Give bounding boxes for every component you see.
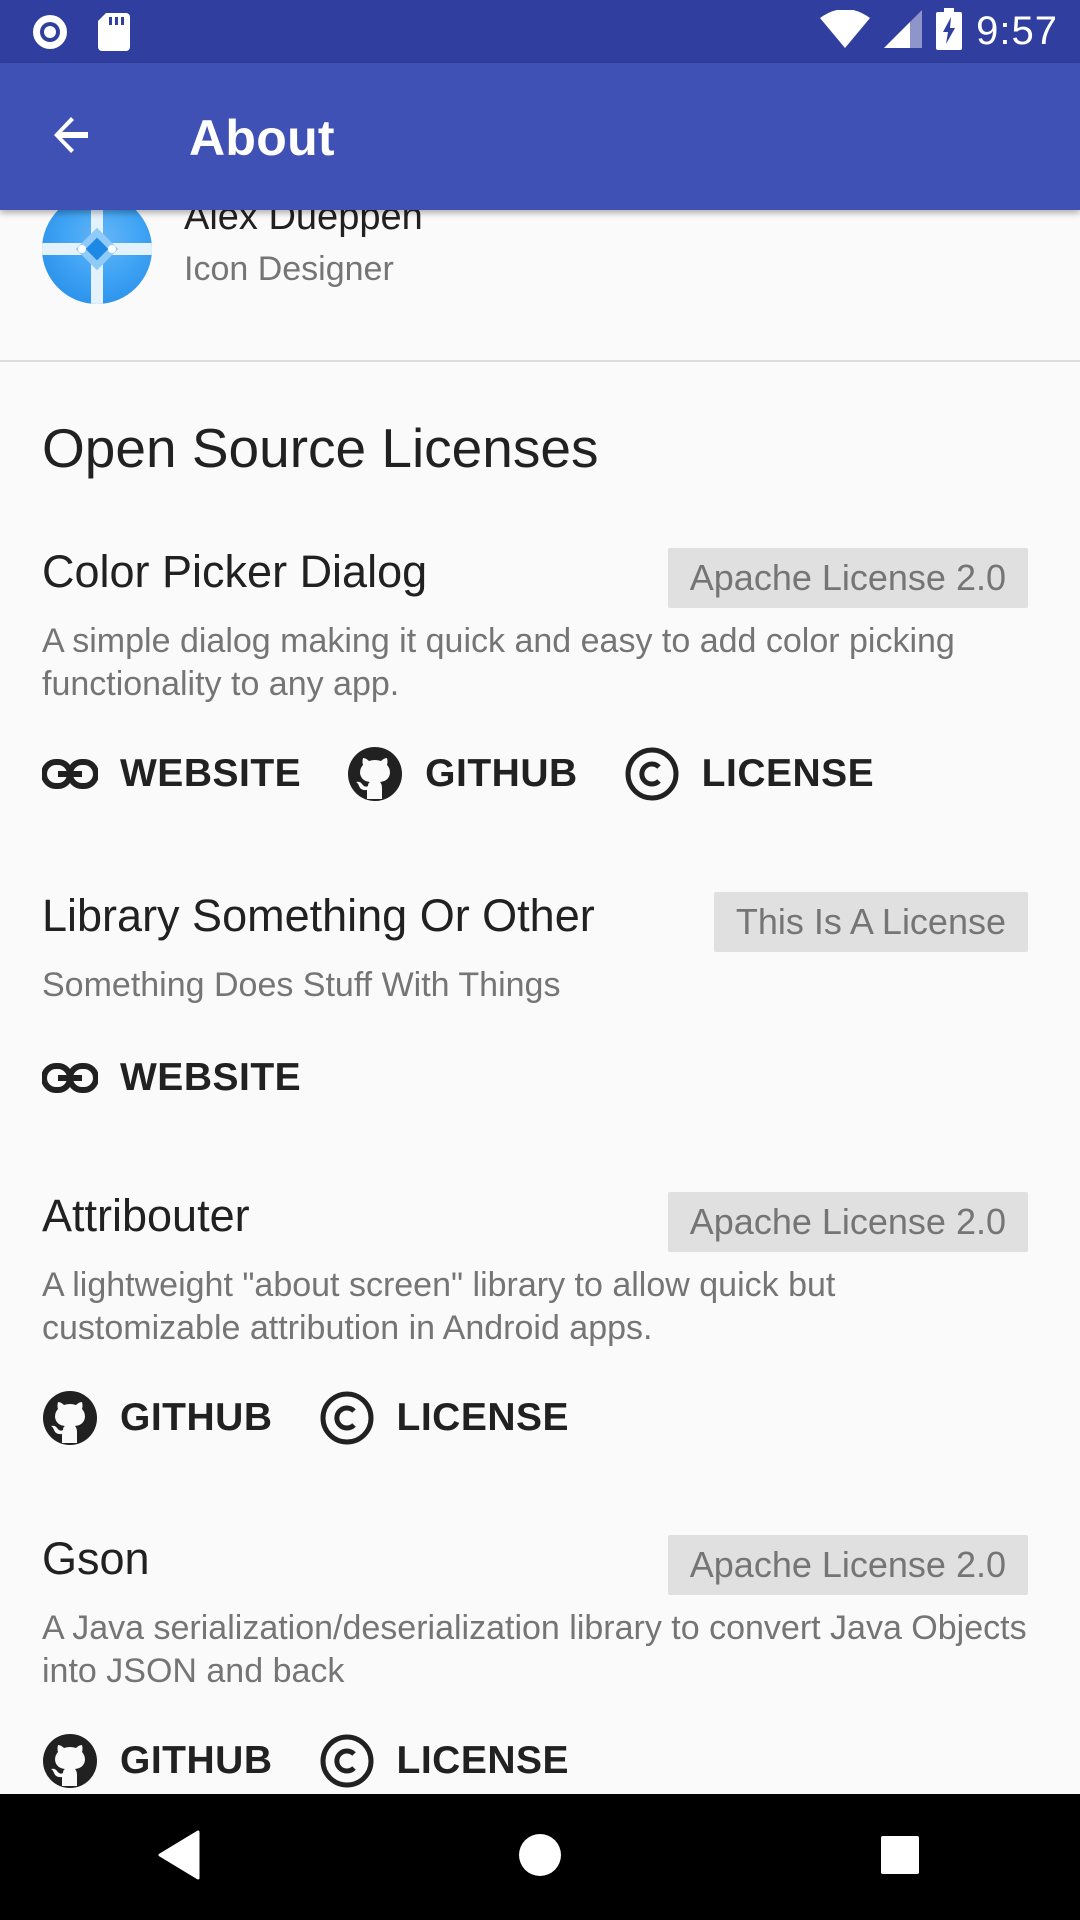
divider <box>0 360 1080 362</box>
status-right-icons: 9:57 <box>820 0 1058 63</box>
library-actions: WEBSITE GITHUB LICENSE <box>42 746 874 802</box>
github-label: GITHUB <box>120 1396 273 1439</box>
github-label: GITHUB <box>120 1739 273 1782</box>
back-button[interactable] <box>30 101 114 173</box>
license-button[interactable]: LICENSE <box>319 1390 570 1446</box>
license-badge: This Is A License <box>713 892 1028 952</box>
nav-home-button[interactable] <box>480 1807 600 1907</box>
page-title: About <box>189 110 335 166</box>
avatar <box>42 210 152 304</box>
link-icon <box>42 1050 98 1106</box>
app-bar: About <box>0 63 1080 210</box>
arrow-back-icon <box>48 111 96 164</box>
license-label: LICENSE <box>701 752 875 795</box>
recents-square-icon <box>880 1835 920 1880</box>
license-label: LICENSE <box>396 1396 570 1439</box>
library-actions: GITHUB LICENSE <box>42 1733 569 1789</box>
github-icon <box>42 1733 98 1789</box>
library-actions: GITHUB LICENSE <box>42 1390 569 1446</box>
home-circle-icon <box>517 1832 563 1883</box>
github-icon <box>347 746 403 802</box>
github-button[interactable]: GITHUB <box>42 1733 273 1789</box>
license-badge: Apache License 2.0 <box>667 548 1028 608</box>
license-label: LICENSE <box>396 1739 570 1782</box>
contributor-name: Alex Dueppen <box>184 210 423 238</box>
library-name: Attribouter <box>42 1190 250 1241</box>
screen: 9:57 About Alex Dueppen Icon Designer Op… <box>0 0 1080 1920</box>
navigation-bar <box>0 1794 1080 1920</box>
library-description: A simple dialog making it quick and easy… <box>42 622 955 703</box>
library-name: Color Picker Dialog <box>42 546 428 597</box>
copyright-icon <box>319 1390 375 1446</box>
sd-card-icon <box>98 13 130 56</box>
contributor-role: Icon Designer <box>184 250 394 288</box>
library-description: A Java serialization/deserialization lib… <box>42 1609 1027 1690</box>
status-left-icons <box>30 12 130 57</box>
copyright-icon <box>624 746 680 802</box>
nav-back-button[interactable] <box>120 1807 240 1907</box>
contributor-row[interactable]: Alex Dueppen Icon Designer <box>0 210 1080 362</box>
license-badge: Apache License 2.0 <box>667 1535 1028 1595</box>
battery-charging-icon <box>936 8 963 55</box>
attribouter-logo-icon <box>42 210 152 304</box>
library-name: Gson <box>42 1533 150 1584</box>
status-bar: 9:57 <box>0 0 1080 63</box>
library-description: Something Does Stuff With Things <box>42 966 561 1004</box>
license-button[interactable]: LICENSE <box>624 746 875 802</box>
website-button[interactable]: WEBSITE <box>42 1050 301 1106</box>
library-card: Attribouter Apache License 2.0 A lightwe… <box>0 1190 1080 1490</box>
library-card: Gson Apache License 2.0 A Java serializa… <box>0 1533 1080 1794</box>
nav-recents-button[interactable] <box>840 1807 960 1907</box>
status-time: 9:57 <box>976 9 1058 53</box>
github-button[interactable]: GITHUB <box>42 1390 273 1446</box>
notification-dot-icon <box>30 12 70 57</box>
back-triangle-icon <box>158 1830 202 1885</box>
wifi-icon <box>820 9 871 53</box>
license-button[interactable]: LICENSE <box>319 1733 570 1789</box>
scroll-content[interactable]: Alex Dueppen Icon Designer Open Source L… <box>0 210 1080 1794</box>
website-button[interactable]: WEBSITE <box>42 746 301 802</box>
library-card: Color Picker Dialog Apache License 2.0 A… <box>0 546 1080 846</box>
link-icon <box>42 746 98 802</box>
library-description: A lightweight "about screen" library to … <box>42 1266 836 1347</box>
website-label: WEBSITE <box>120 1056 302 1099</box>
license-badge: Apache License 2.0 <box>667 1192 1028 1252</box>
website-label: WEBSITE <box>120 752 302 795</box>
library-card: Library Something Or Other This Is A Lic… <box>0 890 1080 1130</box>
library-name: Library Something Or Other <box>42 890 595 941</box>
library-actions: WEBSITE <box>42 1050 301 1106</box>
copyright-icon <box>319 1733 375 1789</box>
github-button[interactable]: GITHUB <box>347 746 578 802</box>
section-title: Open Source Licenses <box>42 417 599 479</box>
github-label: GITHUB <box>425 752 578 795</box>
cell-signal-icon <box>884 10 923 53</box>
github-icon <box>42 1390 98 1446</box>
